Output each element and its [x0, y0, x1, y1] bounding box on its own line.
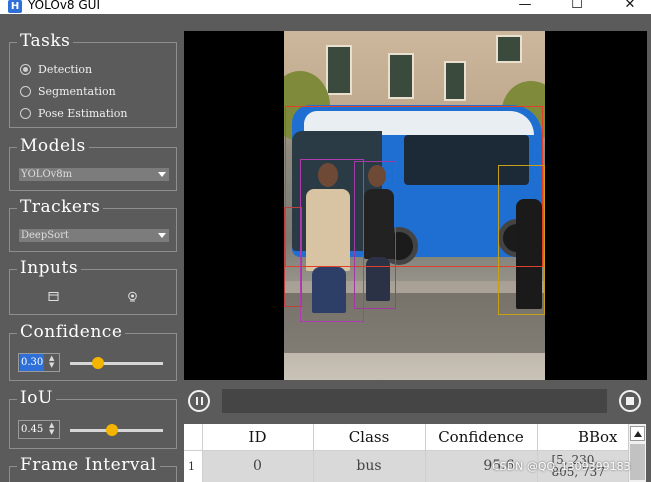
- iou-slider-handle[interactable]: [105, 424, 118, 436]
- iou-title: IoU: [17, 389, 56, 407]
- confidence-group: Confidence 0.30 ▲ ▼: [9, 323, 177, 381]
- row-number-header: [184, 424, 203, 451]
- close-button[interactable]: ✕: [615, 0, 645, 13]
- maximize-button[interactable]: ☐: [562, 0, 592, 13]
- video-display: [184, 31, 647, 380]
- trackers-title: Trackers: [17, 198, 104, 216]
- building-window: [326, 45, 352, 95]
- video-frame-image: [284, 31, 545, 380]
- column-header-id[interactable]: ID: [202, 424, 314, 451]
- tasks-group: Tasks Detection Segmentation Pose Estima…: [9, 32, 177, 128]
- column-header-class[interactable]: Class: [313, 424, 426, 451]
- spin-arrows-icon[interactable]: ▲ ▼: [49, 422, 57, 437]
- spin-arrows-icon[interactable]: ▲ ▼: [49, 355, 57, 370]
- row-number: 1: [184, 450, 203, 482]
- camera-icon[interactable]: [127, 291, 138, 302]
- cell-id[interactable]: 0: [202, 450, 314, 482]
- inputs-group: Inputs: [9, 259, 177, 315]
- inputs-title: Inputs: [17, 259, 82, 277]
- watermark: CSDN @QQ_1309399183: [492, 460, 631, 473]
- task-label: Detection: [38, 63, 93, 76]
- confidence-spinbox[interactable]: 0.30 ▲ ▼: [18, 353, 60, 372]
- tracker-select[interactable]: DeepSort: [19, 229, 169, 242]
- iou-value[interactable]: 0.45: [20, 421, 44, 438]
- radio-checked-icon[interactable]: [20, 64, 31, 75]
- building-window: [444, 61, 466, 101]
- frame-interval-group: Frame Interval: [9, 456, 177, 482]
- results-table: ID Class Confidence BBox 1 0 bus 95.6 [5…: [184, 424, 646, 482]
- models-title: Models: [17, 137, 89, 155]
- dropdown-arrow-icon[interactable]: [158, 172, 166, 177]
- radio-unchecked-icon[interactable]: [20, 86, 31, 97]
- trackers-group: Trackers DeepSort: [9, 198, 177, 252]
- confidence-value[interactable]: 0.30: [20, 354, 45, 371]
- scroll-up-icon[interactable]: [630, 426, 645, 441]
- cell-class[interactable]: bus: [313, 450, 426, 482]
- image-file-icon[interactable]: [48, 291, 59, 302]
- scrollbar-thumb[interactable]: [630, 444, 645, 480]
- person-bounding-box: [498, 165, 545, 315]
- tasks-title: Tasks: [17, 32, 74, 50]
- task-detection-option[interactable]: Detection: [20, 63, 92, 76]
- column-header-bbox[interactable]: BBox: [537, 424, 629, 451]
- models-group: Models YOLOv8m: [9, 137, 177, 191]
- building-window: [388, 53, 414, 99]
- tracker-select-value: DeepSort: [21, 230, 69, 241]
- confidence-slider-track[interactable]: [70, 362, 163, 365]
- confidence-slider-handle[interactable]: [91, 357, 104, 369]
- confidence-title: Confidence: [17, 323, 126, 341]
- title-bar: H YOLOv8 GUI — ☐ ✕: [0, 0, 651, 14]
- iou-spinbox[interactable]: 0.45 ▲ ▼: [18, 420, 60, 439]
- task-label: Segmentation: [38, 85, 116, 98]
- window-title: YOLOv8 GUI: [28, 0, 100, 12]
- playback-progress-bar[interactable]: [222, 389, 607, 413]
- task-label: Pose Estimation: [38, 107, 128, 120]
- pause-button[interactable]: [188, 390, 210, 412]
- dropdown-arrow-icon[interactable]: [158, 233, 166, 238]
- task-segmentation-option[interactable]: Segmentation: [20, 85, 116, 98]
- radio-unchecked-icon[interactable]: [20, 108, 31, 119]
- frame-interval-title: Frame Interval: [17, 456, 160, 474]
- model-select-value: YOLOv8m: [21, 169, 73, 180]
- iou-group: IoU 0.45 ▲ ▼: [9, 389, 177, 449]
- building-window: [496, 35, 522, 63]
- task-pose-option[interactable]: Pose Estimation: [20, 107, 127, 120]
- column-header-confidence[interactable]: Confidence: [425, 424, 538, 451]
- person-bounding-box: [284, 207, 302, 307]
- app-logo-icon: H: [8, 0, 22, 13]
- model-select[interactable]: YOLOv8m: [19, 168, 169, 181]
- stop-button[interactable]: [619, 390, 641, 412]
- person-bounding-box: [354, 161, 396, 309]
- table-scrollbar[interactable]: [628, 424, 646, 482]
- minimize-button[interactable]: —: [510, 0, 540, 13]
